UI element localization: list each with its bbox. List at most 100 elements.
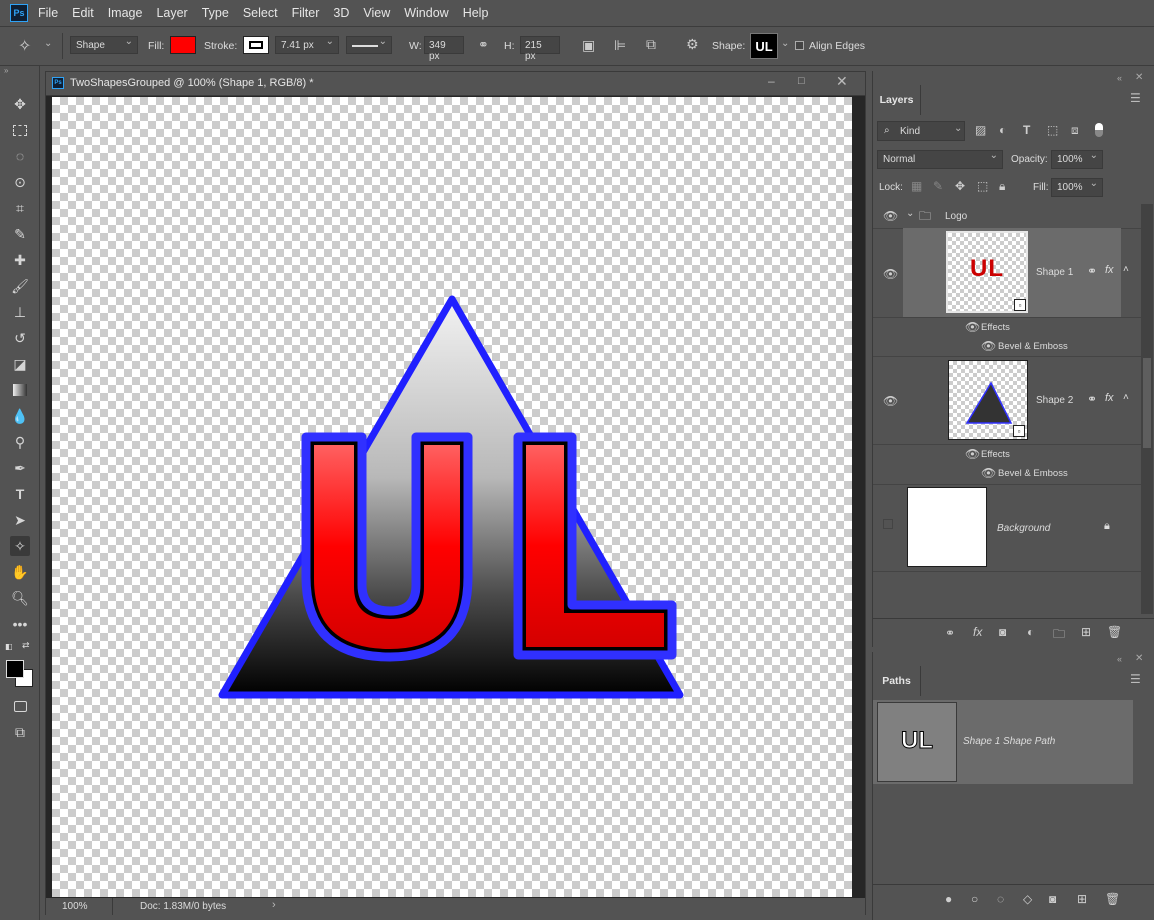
fill-path-icon[interactable]: ● — [945, 892, 952, 906]
shape-filter-icon[interactable]: ⬚ — [1047, 123, 1058, 137]
menu-layer[interactable]: Layer — [156, 6, 187, 20]
visibility-eye-icon[interactable]: 👁︎ — [883, 209, 898, 223]
stroke-type-select[interactable] — [346, 36, 392, 54]
background-layer-name[interactable]: Background — [997, 523, 1050, 534]
chevron-down-icon[interactable]: ⌄ — [906, 208, 914, 219]
fx-icon[interactable]: fx — [1105, 264, 1114, 276]
add-mask-icon[interactable]: ◙ — [1049, 892, 1056, 906]
crop-tool-icon[interactable]: ⌗ — [10, 198, 30, 218]
filter-toggle-icon[interactable] — [1095, 123, 1103, 137]
lasso-tool-icon[interactable]: ◌ — [10, 146, 30, 166]
quick-selection-tool-icon[interactable]: ⊙ — [10, 172, 30, 192]
lock-transparency-icon[interactable]: ▦ — [911, 179, 922, 193]
canvas[interactable] — [52, 97, 852, 897]
effect-name[interactable]: Bevel & Emboss — [998, 341, 1068, 352]
load-selection-icon[interactable]: ◌ — [997, 892, 1004, 906]
adjustment-filter-icon[interactable]: ◐ — [999, 123, 1006, 137]
blend-mode-select[interactable]: Normal — [877, 150, 1003, 169]
blur-tool-icon[interactable]: 💧 — [10, 406, 30, 426]
fill-field[interactable]: 100% — [1051, 178, 1103, 197]
hand-tool-icon[interactable]: ✋ — [10, 562, 30, 582]
pen-tool-icon[interactable]: ✒ — [10, 458, 30, 478]
smart-object-filter-icon[interactable]: ⧈ — [1071, 123, 1079, 138]
custom-shape-tool-icon[interactable]: ✧ — [10, 536, 30, 556]
path-selection-tool-icon[interactable]: ➤ — [10, 510, 30, 530]
menu-image[interactable]: Image — [108, 6, 143, 20]
lock-position-icon[interactable]: ✥ — [955, 179, 965, 193]
scrollbar[interactable] — [1141, 204, 1153, 614]
close-panel-icon[interactable]: ✕ — [1135, 653, 1143, 664]
fx-icon[interactable]: fx — [1105, 392, 1114, 404]
path-name[interactable]: Shape 1 Shape Path — [963, 736, 1055, 747]
layer-name[interactable]: Shape 2 — [1036, 395, 1073, 406]
close-panel-icon[interactable]: ✕ — [1135, 72, 1143, 83]
foreground-color-swatch[interactable] — [6, 660, 24, 678]
menu-window[interactable]: Window — [404, 6, 448, 20]
menu-filter[interactable]: Filter — [292, 6, 320, 20]
swap-colors-icon[interactable]: ⇄ — [22, 640, 30, 651]
layer-name[interactable]: Shape 1 — [1036, 267, 1073, 278]
menu-3d[interactable]: 3D — [333, 6, 349, 20]
height-field[interactable]: 215 px — [520, 36, 560, 62]
chevron-up-icon[interactable]: ˄ — [1123, 392, 1129, 403]
stroke-path-icon[interactable]: ○ — [971, 892, 978, 906]
visibility-eye-icon[interactable]: 👁︎ — [981, 339, 996, 353]
fill-swatch[interactable] — [170, 36, 196, 54]
collapse-icon[interactable]: » — [4, 66, 8, 75]
gear-icon[interactable]: ⚙ — [686, 36, 699, 53]
chevron-right-icon[interactable]: › — [272, 899, 276, 911]
collapse-panel-icon[interactable]: « — [1117, 654, 1122, 664]
marquee-tool-icon[interactable] — [10, 120, 30, 140]
gradient-tool-icon[interactable] — [10, 380, 30, 400]
trash-icon[interactable]: 🗑︎ — [1105, 892, 1120, 906]
more-tools-icon[interactable]: ••• — [10, 614, 30, 634]
opacity-field[interactable]: 100% — [1051, 150, 1103, 169]
make-work-path-icon[interactable]: ◇ — [1023, 892, 1032, 906]
document-tab[interactable]: Ps TwoShapesGrouped @ 100% (Shape 1, RGB… — [46, 72, 865, 96]
adjustment-layer-icon[interactable]: ◐ — [1027, 625, 1034, 639]
layer-group-row[interactable]: 👁︎ ⌄ 🗀 Logo — [873, 204, 1141, 228]
panel-menu-icon[interactable]: ☰ — [1130, 91, 1141, 105]
trash-icon[interactable]: 🗑︎ — [1107, 625, 1122, 639]
menu-view[interactable]: View — [363, 6, 390, 20]
type-tool-icon[interactable]: T — [10, 484, 30, 504]
brush-tool-icon[interactable]: 🖌 — [10, 276, 30, 296]
layer-filter-select[interactable]: ⌕ Kind ⌄ — [877, 121, 965, 141]
link-icon[interactable]: ⚭ — [478, 37, 489, 53]
link-layers-icon[interactable]: ⚭ — [945, 626, 955, 640]
visibility-eye-icon[interactable]: 👁︎ — [883, 394, 898, 408]
align-edges-checkbox[interactable] — [795, 41, 804, 50]
lock-icon[interactable]: 🔒︎ — [1104, 520, 1110, 533]
effect-name[interactable]: Bevel & Emboss — [998, 468, 1068, 479]
stroke-width-field[interactable]: 7.41 px — [275, 36, 339, 54]
chevron-down-icon[interactable]: ⌄ — [781, 38, 789, 49]
chevron-down-icon[interactable]: ⌄ — [44, 38, 52, 49]
close-icon[interactable]: ✕ — [836, 73, 848, 90]
dodge-tool-icon[interactable]: ⚲ — [10, 432, 30, 452]
collapse-panel-icon[interactable]: « — [1117, 73, 1122, 83]
new-layer-icon[interactable]: ⊞ — [1081, 625, 1091, 639]
add-mask-icon[interactable]: ◙ — [999, 625, 1006, 639]
custom-shape-tool-icon[interactable]: ✧ — [18, 36, 31, 56]
eyedropper-tool-icon[interactable]: ✎ — [10, 224, 30, 244]
visibility-eye-icon[interactable]: 👁︎ — [981, 466, 996, 480]
fx-icon[interactable]: fx — [973, 625, 982, 639]
maximize-icon[interactable]: □ — [798, 75, 805, 87]
type-filter-icon[interactable]: T — [1023, 123, 1030, 137]
eraser-tool-icon[interactable]: ◪ — [10, 354, 30, 374]
path-alignment-icon[interactable]: ⊫ — [614, 37, 626, 54]
visibility-toggle-empty[interactable] — [883, 519, 893, 529]
width-field[interactable]: 349 px — [424, 36, 464, 62]
default-colors-icon[interactable]: ◧ — [5, 642, 13, 651]
lock-all-icon[interactable]: 🔒︎ — [999, 179, 1005, 194]
path-arrangement-icon[interactable]: ⧉ — [646, 36, 656, 53]
path-operations-icon[interactable]: ▣ — [582, 37, 595, 54]
minimize-icon[interactable]: – — [768, 74, 775, 88]
healing-brush-tool-icon[interactable]: ✚ — [10, 250, 30, 270]
chevron-up-icon[interactable]: ˄ — [1123, 264, 1129, 275]
menu-select[interactable]: Select — [243, 6, 278, 20]
stroke-swatch[interactable] — [243, 36, 269, 54]
zoom-level[interactable]: 100% — [62, 901, 88, 912]
tool-mode-select[interactable]: Shape — [70, 36, 138, 54]
lock-pixels-icon[interactable]: ✎ — [933, 179, 943, 193]
